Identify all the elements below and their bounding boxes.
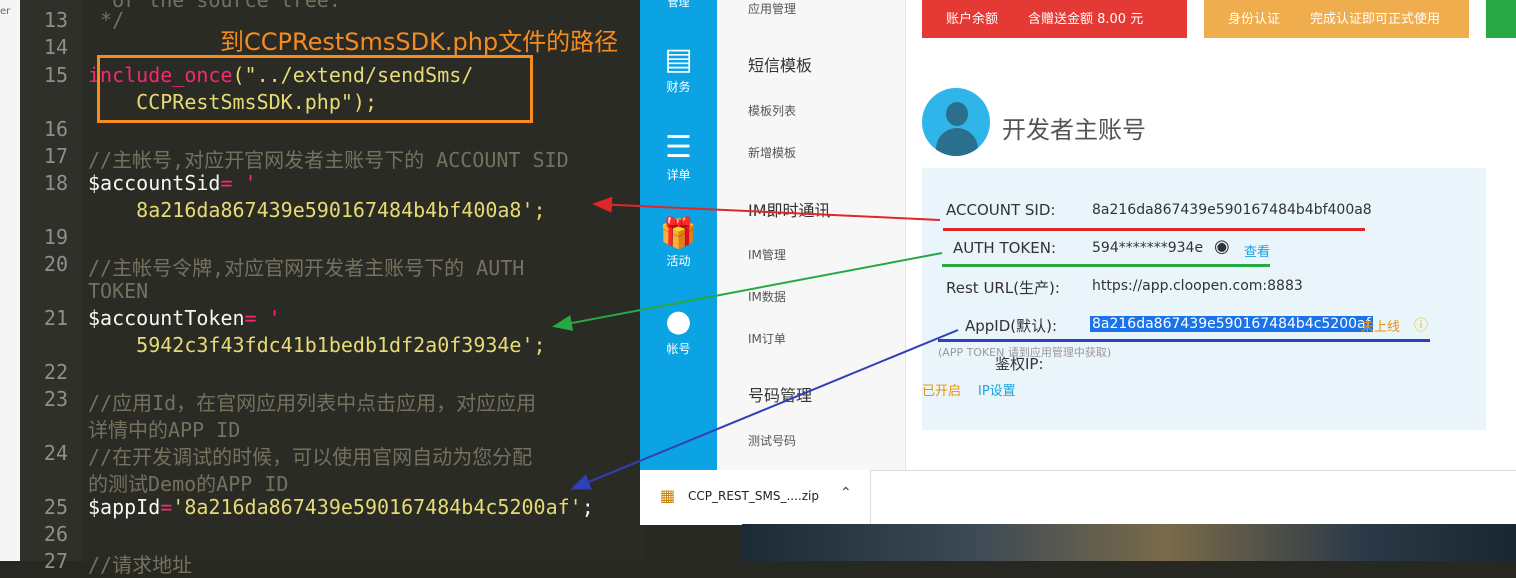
- annotation-arrows: [552, 196, 959, 490]
- token-arrow: [552, 252, 943, 331]
- appid-arrow: [570, 329, 959, 490]
- sid-arrow: [592, 196, 941, 221]
